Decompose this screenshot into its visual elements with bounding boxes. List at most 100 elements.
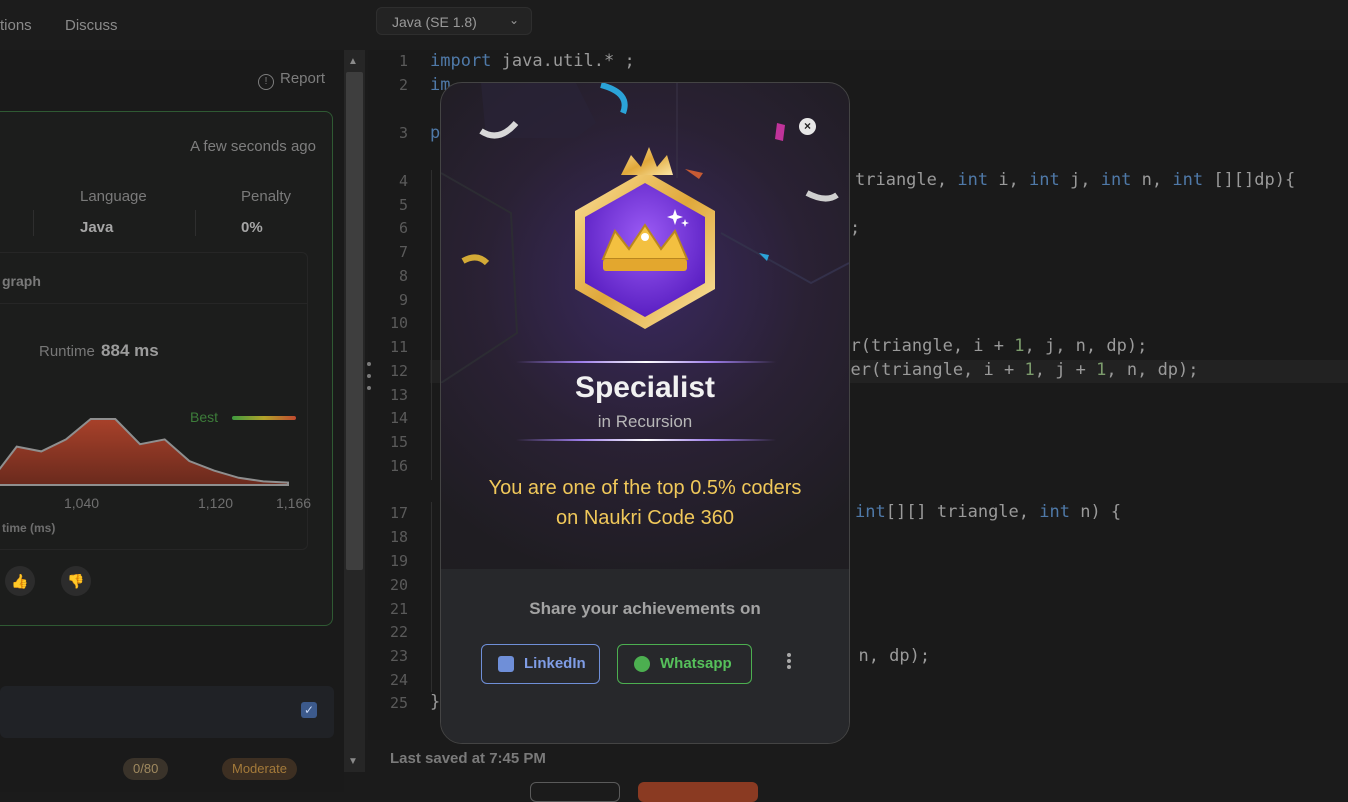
runtime-label: Runtime (39, 343, 95, 360)
code-line: import java.util.* ; (430, 51, 635, 71)
code-line: , n, dp); (838, 646, 930, 666)
runtime-area-chart (0, 418, 289, 486)
line-number: 19 (389, 552, 408, 570)
code-token: i, (988, 170, 1030, 190)
code-token: int (1029, 170, 1060, 190)
line-number: 4 (398, 172, 408, 190)
divider (195, 210, 196, 236)
code-token: java.util.* ; (491, 51, 635, 71)
whatsapp-icon (634, 656, 650, 672)
run-button[interactable] (530, 782, 620, 802)
code-token: import (430, 51, 492, 71)
tab-discuss[interactable]: Discuss (65, 17, 118, 34)
linkedin-label: LinkedIn (524, 655, 586, 672)
code-line: ; (850, 218, 860, 238)
divider (516, 361, 776, 363)
line-number: 18 (389, 528, 408, 546)
share-linkedin-button[interactable]: LinkedIn (481, 644, 600, 684)
share-section: Share your achievements on LinkedIn What… (441, 569, 849, 743)
code-token: ; (850, 218, 861, 238)
line-number: 14 (389, 409, 408, 427)
code-token: [][] triangle, (885, 502, 1040, 522)
message-line-2: on Naukri Code 360 (556, 507, 734, 529)
share-whatsapp-button[interactable]: Whatsapp (617, 644, 752, 684)
resize-handle[interactable] (367, 362, 373, 398)
report-label: Report (280, 70, 326, 87)
code-token: 1 (1014, 336, 1025, 356)
scroll-down-icon[interactable]: ▼ (348, 756, 358, 767)
language-select[interactable]: Java (SE 1.8) ⌄ (376, 7, 532, 35)
last-saved-status: Last saved at 7:45 PM (390, 750, 546, 767)
code-token: int (957, 170, 989, 190)
line-number: 10 (389, 314, 408, 332)
checkbox-checked-icon[interactable]: ✓ (301, 702, 317, 718)
line-number: 25 (389, 694, 408, 712)
thumbs-down-icon[interactable]: 👎 (61, 566, 91, 596)
achievement-modal: × Specialist in Recursion You are one of… (440, 82, 850, 744)
achievement-subtitle: in Recursion (597, 412, 693, 431)
graph-title: graph (2, 273, 41, 289)
line-number: 12 (389, 362, 408, 380)
code-token: j, (1059, 170, 1101, 190)
chevron-down-icon: ⌄ (508, 13, 519, 27)
language-select-value: Java (SE 1.8) (392, 14, 477, 30)
line-number: 5 (398, 196, 408, 214)
code-token: , n, dp); (838, 646, 931, 666)
close-icon[interactable]: × (799, 118, 816, 135)
line-number: 9 (398, 291, 408, 309)
thumbs-up-icon[interactable]: 👍 (5, 566, 35, 596)
code-token: , j, n, dp); (1024, 336, 1148, 356)
x-tick: 1,120 (198, 495, 234, 511)
code-token: int (855, 502, 886, 522)
more-options-icon[interactable] (787, 653, 793, 671)
report-button[interactable]: ! Report (258, 70, 325, 90)
line-number: 1 (398, 52, 408, 70)
line-number: 21 (389, 600, 408, 618)
submit-button[interactable] (638, 782, 758, 802)
message-line-1: You are one of the top 0.5% coders (488, 477, 802, 499)
scroll-up-icon[interactable]: ▲ (348, 56, 358, 67)
x-tick: 1,166 (276, 495, 312, 511)
info-icon: ! (258, 74, 274, 90)
left-panel: ! Report A few seconds ago Language Java … (0, 50, 344, 792)
scrollbar-thumb[interactable] (346, 72, 363, 570)
x-tick: 1,040 (64, 495, 100, 511)
language-label: Language (80, 188, 147, 205)
penalty-label: Penalty (241, 188, 292, 205)
divider (0, 303, 307, 304)
share-prompt: Share your achievements on (529, 599, 761, 618)
line-number: 7 (398, 243, 408, 261)
code-token: n, (1131, 170, 1173, 190)
code-token: n) { (1069, 502, 1122, 522)
code-token: 1 (1096, 360, 1107, 380)
tab-solutions[interactable]: tions (0, 17, 32, 34)
line-number: 6 (398, 219, 408, 237)
submission-card: A few seconds ago Language Java Penalty … (0, 111, 333, 626)
runtime-area (0, 418, 289, 486)
code-line: } (430, 692, 440, 712)
line-number: 15 (389, 433, 408, 451)
code-line: ver(triangle, i + 1, j, n, dp); (830, 336, 1147, 356)
code-token: ver(triangle, i + (830, 336, 1015, 356)
line-number: 11 (389, 338, 408, 356)
runtime-readout: Runtime 884 ms (39, 341, 159, 361)
divider (33, 210, 34, 236)
runtime-value: 884 ms (101, 341, 159, 360)
code-token: } (430, 692, 441, 712)
line-number: 13 (389, 386, 408, 404)
crown-badge-icon (575, 147, 715, 329)
code-token: int (1039, 502, 1070, 522)
difficulty-pill: Moderate (222, 758, 297, 780)
code-line: p (430, 123, 440, 143)
code-token: [][]dp){ (1203, 170, 1296, 190)
list-item[interactable]: ✓ (0, 686, 334, 738)
line-number: 17 (389, 504, 408, 522)
code-token: triangle, (855, 170, 958, 190)
code-token: p (430, 123, 441, 143)
top-bar: tions Discuss Java (SE 1.8) ⌄ (0, 0, 1348, 50)
code-token: lver(triangle, i + (830, 360, 1025, 380)
score-pill: 0/80 (123, 758, 169, 780)
language-value: Java (80, 219, 114, 236)
linkedin-icon (498, 656, 514, 672)
line-number: 20 (389, 576, 408, 594)
